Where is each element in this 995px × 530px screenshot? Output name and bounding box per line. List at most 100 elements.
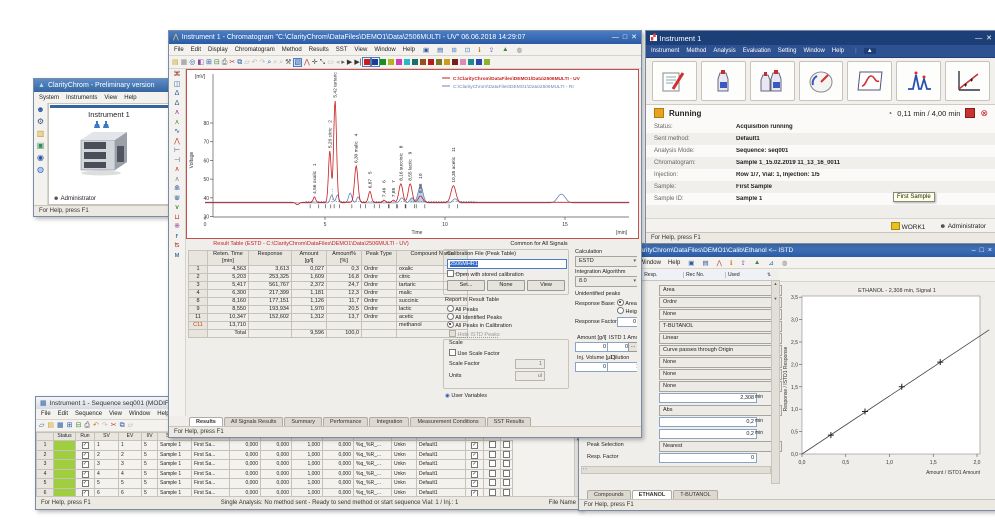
option-checkbox[interactable] [501,479,513,489]
tab-results[interactable]: Results [189,417,223,426]
param-combo-7[interactable]: None [659,369,782,380]
common-icon[interactable]: ⌘ [174,71,181,79]
option-checkbox[interactable] [484,488,501,496]
tab-measurement-conditions[interactable]: Measurement Conditions [410,417,485,426]
sequence-button[interactable] [750,61,795,101]
peak-end-icon[interactable]: ⊣ [174,157,180,165]
report-icon[interactable]: ▲ [502,46,508,53]
instrument-titlebar[interactable]: ▞ Instrument 1 —✕ [646,31,995,45]
menu-help[interactable]: Help [668,260,680,266]
menu-help[interactable]: Help [832,48,844,54]
use-scale-factor-checkbox[interactable]: Use Scale Factor [449,349,500,357]
copy-grid-icon[interactable]: ⊞ [206,59,212,66]
resize-icon[interactable]: ⤡ [320,59,326,66]
option-checkbox[interactable] [484,460,501,470]
istd-dots-button[interactable]: ... [628,342,637,352]
cutoff-icon[interactable]: ∿ [174,128,180,136]
menu-file[interactable]: File [41,411,51,417]
signals-icon[interactable]: ▤ [702,259,708,267]
option-checkbox[interactable] [484,469,501,479]
left-window-input[interactable]: 0,2 [659,417,757,427]
sequence-row[interactable]: 2✓225Sample 1First Sa...0,0000,0001,0000… [37,450,513,460]
peak-start-icon[interactable]: ⊢ [174,147,180,155]
ms-icon[interactable]: ᴍ [175,252,180,260]
skim-icon[interactable]: ʌ [175,109,179,117]
menu-file[interactable]: File [174,47,184,53]
minimize-icon[interactable]: — [975,35,982,42]
option-checkbox[interactable] [501,488,513,496]
undo-icon[interactable]: ↶ [93,422,99,429]
hplc-instrument-image[interactable] [75,120,139,176]
sequence-row[interactable]: 3✓335Sample 1First Sa...0,0000,0001,0000… [37,460,513,470]
data-acquisition-button[interactable] [847,61,892,101]
overlay-mode-icon[interactable]: ◧ [197,59,204,66]
height-radio[interactable]: Height [617,307,637,315]
gc-icon[interactable]: ⊡ [465,46,470,54]
menu-window[interactable]: Window [374,47,395,53]
view-button[interactable]: View [527,280,565,291]
result-table-row[interactable]: 1110,347152,6021,31213,7Ordnracetic [189,314,468,322]
group-icon[interactable]: ⋒ [174,185,180,193]
chromatogram-button[interactable] [896,61,941,101]
print-icon[interactable]: ⎙ [222,59,228,66]
result-table-row[interactable]: 35,417561,7672,37224,7Ordnrtartaric [189,282,468,290]
signal-color-swatch[interactable] [436,59,442,65]
result-table-row[interactable]: 98,550193,9341,97020,5Ordnrlactic [189,306,468,314]
result-table-row[interactable]: 88,160177,1511,12611,7Ordnrsuccinic [189,298,468,306]
user-accounts-icon[interactable]: ☻ [36,105,44,115]
save-icon[interactable]: ▦ [181,59,188,66]
copy-grid-icon[interactable]: ⊟ [76,422,82,429]
config-icon[interactable]: ▥ [37,129,45,139]
minimize-icon[interactable]: — [612,34,619,41]
option-checkbox[interactable] [501,441,513,451]
result-table-row[interactable]: 25,203253,3251,60916,8Ordnrcitric [189,274,468,282]
calibration-file-input[interactable]: 2506MHR1 [447,259,567,269]
signal-color-swatch[interactable] [372,59,378,65]
run-checkbox[interactable]: ✓ [76,479,95,489]
menu-help[interactable]: Help [403,47,415,53]
result-table-row[interactable]: Total9,596100,0 [189,330,468,338]
next-icon[interactable]: ▸ [341,59,345,66]
move-icon[interactable]: ✛ [312,59,318,66]
chart-icon[interactable]: ⊿ [768,259,773,267]
signal-color-swatch[interactable] [388,59,394,65]
ret-time-input[interactable]: 2,308 [659,393,757,403]
report-checkbox[interactable]: ✓ [466,441,484,451]
solvent-icon[interactable]: ⊔ [174,214,179,222]
report-checkbox[interactable]: ✓ [466,450,484,460]
peak-selection-combo[interactable]: Nearest [659,441,782,452]
save-icon[interactable]: ▦ [57,422,64,429]
menu-edit[interactable]: Edit [58,411,68,417]
instrument-1-label[interactable]: Instrument 1 [49,110,169,119]
signal-color-swatch[interactable] [444,59,450,65]
grid-icon[interactable]: ⊞ [67,422,73,429]
param-combo-5[interactable]: Curve passes through Origin [659,345,782,356]
tab-compounds[interactable]: Compounds [587,490,631,499]
zoom-icon[interactable]: ⌕ [267,59,271,66]
integration-algorithm-combo[interactable]: 8.0 [575,276,637,287]
sequence-row[interactable]: 4✓445Sample 1First Sa...0,0000,0001,0000… [37,469,513,479]
menu-sequence[interactable]: Sequence [75,411,102,417]
signal-color-swatch[interactable] [380,59,386,65]
signal-color-swatch[interactable] [428,59,434,65]
run-checkbox[interactable]: ✓ [76,469,95,479]
measure-icon[interactable]: ◫ [174,81,181,89]
all-identified-peaks-radio[interactable]: All Identified Peaks [447,313,502,321]
redo-icon[interactable]: ↷ [102,422,108,429]
peaks-icon[interactable]: ⋀ [304,59,310,66]
sort-arrows-icon[interactable]: ⇅ [767,272,771,278]
all-peaks-radio[interactable]: All Peaks [447,305,478,313]
close-icon[interactable]: ✕ [986,35,992,42]
param-combo-0[interactable]: Area [659,285,782,296]
report-icon[interactable]: ▲ [754,259,760,266]
report-checkbox[interactable]: ✓ [466,488,484,496]
clamp-icon[interactable]: ⋏ [174,119,179,127]
area-radio[interactable]: Area [617,299,637,307]
menu-sst[interactable]: SST [336,47,348,53]
signal-color-swatch[interactable] [468,59,474,65]
info-icon[interactable]: ℹ [730,259,732,267]
copy-icon[interactable]: ⧉ [237,59,242,66]
grid-col-used[interactable]: Used [725,272,767,278]
peaks-icon[interactable]: ⋀ [717,259,722,267]
option-checkbox[interactable] [501,469,513,479]
